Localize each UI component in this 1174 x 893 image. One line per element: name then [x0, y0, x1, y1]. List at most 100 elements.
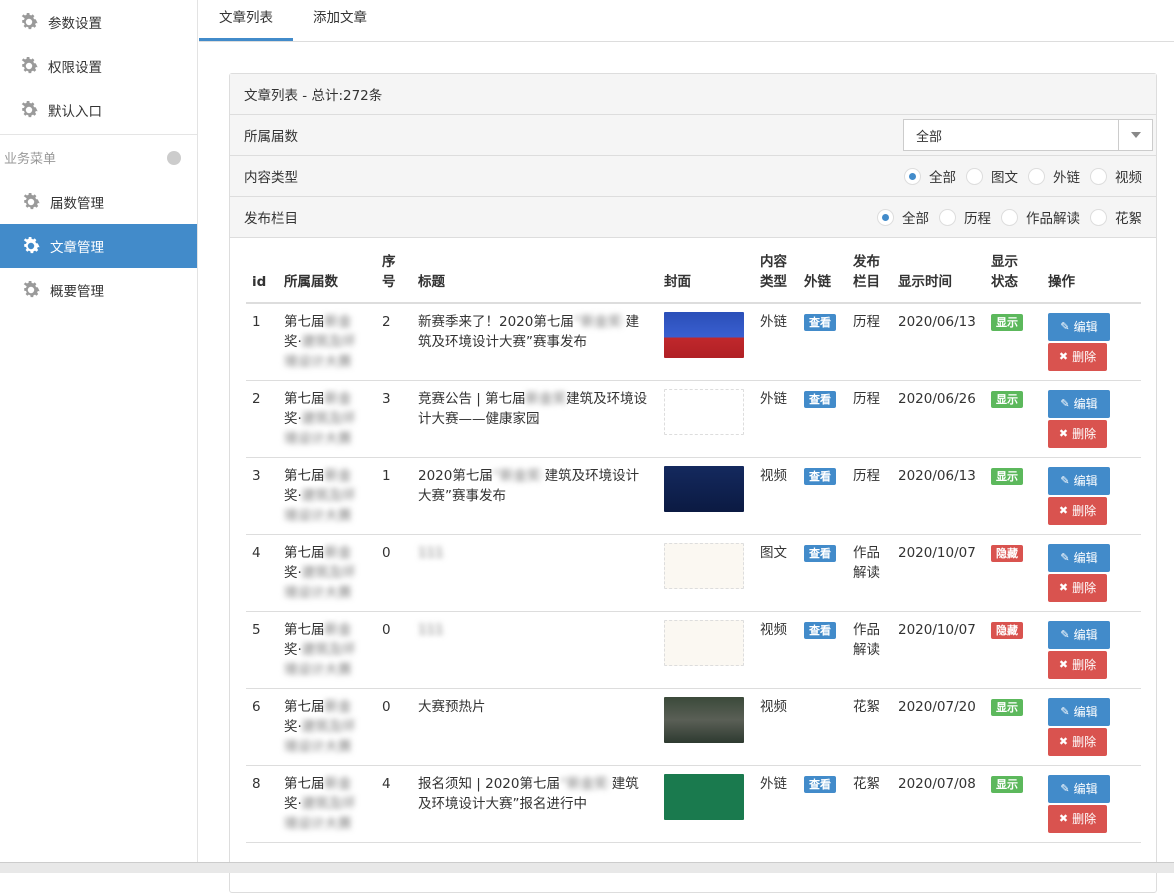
session-text-blurred: 境设计大赛 [284, 430, 352, 447]
cell-cover [658, 303, 754, 381]
type-radio-link[interactable]: 外链 [1028, 166, 1080, 186]
view-link-badge[interactable]: 查看 [804, 775, 836, 793]
delete-button[interactable]: ✖ 删除 [1048, 727, 1107, 756]
session-text-blurred: 境设计大赛 [284, 815, 352, 832]
cell-cover [658, 611, 754, 689]
type-radio-graphic[interactable]: 图文 [966, 166, 1018, 186]
column-radio-history[interactable]: 历程 [939, 207, 991, 227]
col-title: 标题 [412, 252, 658, 304]
delete-button[interactable]: ✖ 删除 [1048, 343, 1107, 371]
radio-icon[interactable] [1090, 167, 1107, 185]
session-text: 奖· [284, 334, 302, 350]
session-text-blurred: 新金 [324, 775, 352, 792]
cell-status: 显示 [985, 765, 1042, 843]
column-radio-works[interactable]: 作品解读 [1001, 207, 1080, 227]
cell-title: 111 [412, 611, 658, 689]
status-badge: 显示 [991, 314, 1023, 331]
sidebar-item[interactable]: 默认入口 [0, 88, 197, 132]
column-radio-tidbits[interactable]: 花絮 [1090, 207, 1142, 227]
close-icon: ✖ [1058, 350, 1069, 363]
title-text-blurred: 111 [418, 544, 444, 561]
cover-thumbnail[interactable] [664, 542, 744, 589]
close-icon: ✖ [1058, 426, 1069, 440]
delete-button[interactable]: ✖ 删除 [1048, 419, 1107, 448]
cell-session: 第七届新金 奖·建筑及环 境设计大赛 [278, 688, 376, 766]
title-text-blurred: “新金奖· [573, 314, 626, 330]
edit-button[interactable]: ✎ 编辑 [1048, 466, 1110, 495]
cell-id: 2 [246, 380, 278, 458]
type-radio-video[interactable]: 视频 [1090, 166, 1142, 186]
cell-title: 大赛预热片 [412, 688, 658, 766]
title-text: 大赛预热片 [418, 698, 486, 715]
cover-thumbnail[interactable] [664, 619, 744, 666]
tab-add-article[interactable]: 添加文章 [293, 0, 387, 41]
sidebar-item[interactable]: 届数管理 [0, 180, 197, 224]
col-order: 序号 [376, 252, 412, 304]
radio-icon[interactable] [1001, 208, 1018, 226]
status-badge: 隐藏 [991, 544, 1023, 562]
radio-selected-icon[interactable] [904, 167, 921, 185]
chevron-down-icon[interactable] [1118, 120, 1152, 150]
type-radio-group: 全部 图文 外链 视频 [894, 166, 1142, 186]
radio-icon[interactable] [1028, 167, 1045, 185]
cell-cover [658, 765, 754, 843]
view-link-badge[interactable]: 查看 [804, 467, 836, 485]
edit-label: 编辑 [1073, 550, 1098, 565]
cover-thumbnail[interactable] [664, 696, 744, 743]
sidebar-group-header[interactable]: 业务菜单 [0, 134, 197, 180]
close-icon: ✖ [1058, 734, 1069, 748]
edit-button[interactable]: ✎ 编辑 [1048, 620, 1110, 649]
delete-button[interactable]: ✖ 删除 [1048, 496, 1107, 525]
edit-button[interactable]: ✎ 编辑 [1048, 697, 1110, 726]
edit-icon: ✎ [1060, 781, 1070, 795]
radio-selected-icon[interactable] [877, 208, 894, 226]
cell-type: 视频 [754, 688, 798, 766]
radio-icon[interactable] [939, 208, 956, 226]
cell-column: 历程 [847, 380, 892, 458]
delete-button[interactable]: ✖ 删除 [1048, 804, 1107, 833]
column-radio-all[interactable]: 全部 [877, 207, 929, 227]
cell-type: 视频 [754, 457, 798, 535]
type-radio-all[interactable]: 全部 [904, 166, 956, 186]
session-select[interactable]: 全部 [903, 119, 1153, 151]
edit-button[interactable]: ✎ 编辑 [1048, 774, 1110, 803]
edit-button[interactable]: ✎ 编辑 [1048, 313, 1110, 341]
tab-article-list[interactable]: 文章列表 [199, 0, 293, 41]
delete-label: 删除 [1072, 580, 1097, 595]
cell-time: 2020/06/26 [892, 380, 985, 458]
cover-thumbnail[interactable] [664, 773, 744, 820]
radio-label: 全部 [929, 170, 956, 186]
sidebar-item[interactable]: 权限设置 [0, 44, 197, 88]
delete-button[interactable]: ✖ 删除 [1048, 573, 1107, 602]
sidebar-item-label: 届数管理 [50, 196, 104, 212]
view-link-badge[interactable]: 查看 [804, 621, 836, 639]
filter-type-row: 内容类型 全部 图文 外链 视频 [230, 156, 1156, 197]
delete-button[interactable]: ✖ 删除 [1048, 650, 1107, 679]
cell-time: 2020/10/07 [892, 611, 985, 689]
sidebar-item[interactable]: 文章管理 [0, 224, 197, 268]
view-link-badge[interactable]: 查看 [804, 390, 836, 408]
panel-title-row: 文章列表 - 总计:272条 [230, 74, 1156, 115]
sidebar-item[interactable]: 参数设置 [0, 0, 197, 44]
session-text-blurred: 境设计大赛 [284, 661, 352, 678]
collapse-icon[interactable] [167, 150, 181, 165]
view-link-badge[interactable]: 查看 [804, 544, 836, 562]
edit-label: 编辑 [1073, 320, 1098, 334]
session-text-blurred: 建筑及环 [301, 334, 356, 350]
cover-thumbnail[interactable] [664, 465, 744, 512]
sidebar-item-label: 概要管理 [50, 284, 104, 300]
close-icon: ✖ [1058, 811, 1069, 825]
cell-id: 8 [246, 765, 278, 843]
edit-button[interactable]: ✎ 编辑 [1048, 543, 1110, 572]
radio-icon[interactable] [966, 167, 983, 185]
cover-thumbnail[interactable] [664, 388, 744, 435]
delete-label: 删除 [1072, 503, 1097, 518]
edit-button[interactable]: ✎ 编辑 [1048, 389, 1110, 418]
status-badge: 显示 [991, 390, 1023, 408]
radio-icon[interactable] [1090, 208, 1107, 226]
view-link-badge[interactable]: 查看 [804, 314, 836, 331]
table-row: 4 第七届新金 奖·建筑及环 境设计大赛 0 111 图文 查看 作品解读 2020/10/07 隐… [246, 534, 1141, 612]
sidebar-item[interactable]: 概要管理 [0, 268, 197, 312]
cover-thumbnail[interactable] [664, 312, 744, 358]
cell-order: 4 [376, 765, 412, 843]
